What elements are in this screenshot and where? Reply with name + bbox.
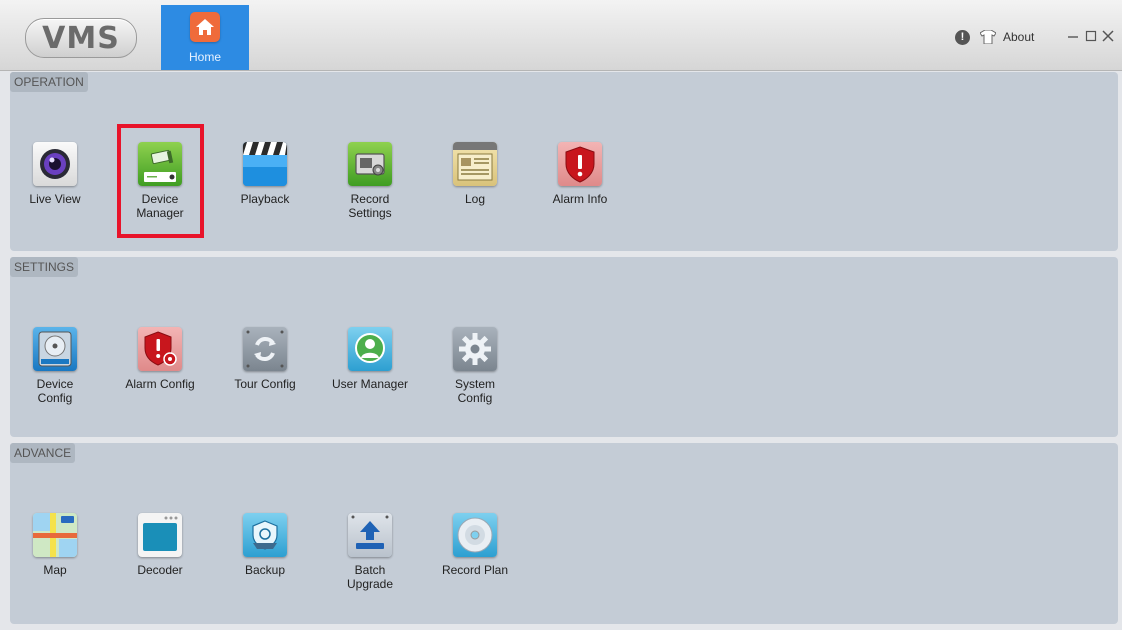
map-icon: [33, 513, 77, 557]
log-icon: [453, 142, 497, 186]
tile-backup[interactable]: Backup: [220, 513, 310, 577]
tile-label: User Manager: [331, 377, 409, 391]
tile-label: System Config: [454, 377, 495, 405]
decoder-icon: [138, 513, 182, 557]
disc-icon: [453, 513, 497, 557]
tile-label: Record Plan: [441, 563, 509, 577]
tile-label: Log: [464, 192, 486, 206]
user-icon: [348, 327, 392, 371]
info-icon[interactable]: !: [955, 29, 970, 45]
tour-refresh-icon: [243, 327, 287, 371]
gear-icon: [453, 327, 497, 371]
camera-lens-icon: [33, 142, 77, 186]
minimize-icon[interactable]: [1067, 30, 1079, 42]
tile-record-settings[interactable]: Record Settings: [325, 142, 415, 220]
tile-live-view[interactable]: Live View: [10, 142, 100, 206]
tile-label: Record Settings: [348, 192, 392, 220]
tile-label: Tour Config: [234, 377, 296, 391]
tile-tour-config[interactable]: Tour Config: [220, 327, 310, 391]
section-settings: SETTINGS Device Config Alarm Config Tour…: [10, 257, 1118, 437]
tile-label: Live View: [29, 192, 81, 206]
tile-label: Device Config: [36, 377, 74, 405]
about-link[interactable]: About: [1003, 30, 1034, 44]
tile-alarm-config[interactable]: Alarm Config: [115, 327, 205, 391]
tab-home[interactable]: Home: [161, 5, 249, 70]
tile-system-config[interactable]: System Config: [430, 327, 520, 405]
tile-label: Decoder: [137, 563, 183, 577]
backup-icon: [243, 513, 287, 557]
tile-map[interactable]: Map: [10, 513, 100, 577]
maximize-icon[interactable]: [1085, 30, 1097, 42]
tile-label: Backup: [244, 563, 286, 577]
tile-record-plan[interactable]: Record Plan: [430, 513, 520, 577]
section-title: SETTINGS: [10, 257, 79, 277]
section-title: OPERATION: [10, 72, 88, 92]
section-advance: ADVANCE Map Decoder Backup Batch Upgrade…: [10, 443, 1118, 624]
hard-disk-icon: [33, 327, 77, 371]
tab-home-label: Home: [188, 50, 221, 64]
section-title: ADVANCE: [10, 443, 76, 463]
tile-batch-upgrade[interactable]: Batch Upgrade: [325, 513, 415, 591]
tile-playback[interactable]: Playback: [220, 142, 310, 206]
tile-log[interactable]: Log: [430, 142, 520, 206]
home-icon: [190, 12, 220, 42]
tile-alarm-info[interactable]: Alarm Info: [535, 142, 625, 206]
clapperboard-icon: [243, 142, 287, 186]
tile-label: Playback: [240, 192, 290, 206]
tile-label: Map: [43, 563, 67, 577]
alarm-config-icon: [138, 327, 182, 371]
tile-device-config[interactable]: Device Config: [10, 327, 100, 405]
selection-highlight: [117, 124, 204, 238]
tile-label: Alarm Info: [552, 192, 608, 206]
app-logo: VMS: [25, 18, 137, 58]
title-bar: VMS Home ! About: [0, 0, 1122, 71]
alarm-shield-icon: [558, 142, 602, 186]
tile-user-manager[interactable]: User Manager: [325, 327, 415, 391]
tile-label: Batch Upgrade: [346, 563, 394, 591]
tile-decoder[interactable]: Decoder: [115, 513, 205, 577]
record-settings-icon: [348, 142, 392, 186]
shirt-icon[interactable]: [980, 30, 996, 44]
tile-label: Alarm Config: [125, 377, 195, 391]
upload-icon: [348, 513, 392, 557]
about-area: ! About: [955, 29, 1034, 45]
close-icon[interactable]: [1102, 30, 1114, 42]
